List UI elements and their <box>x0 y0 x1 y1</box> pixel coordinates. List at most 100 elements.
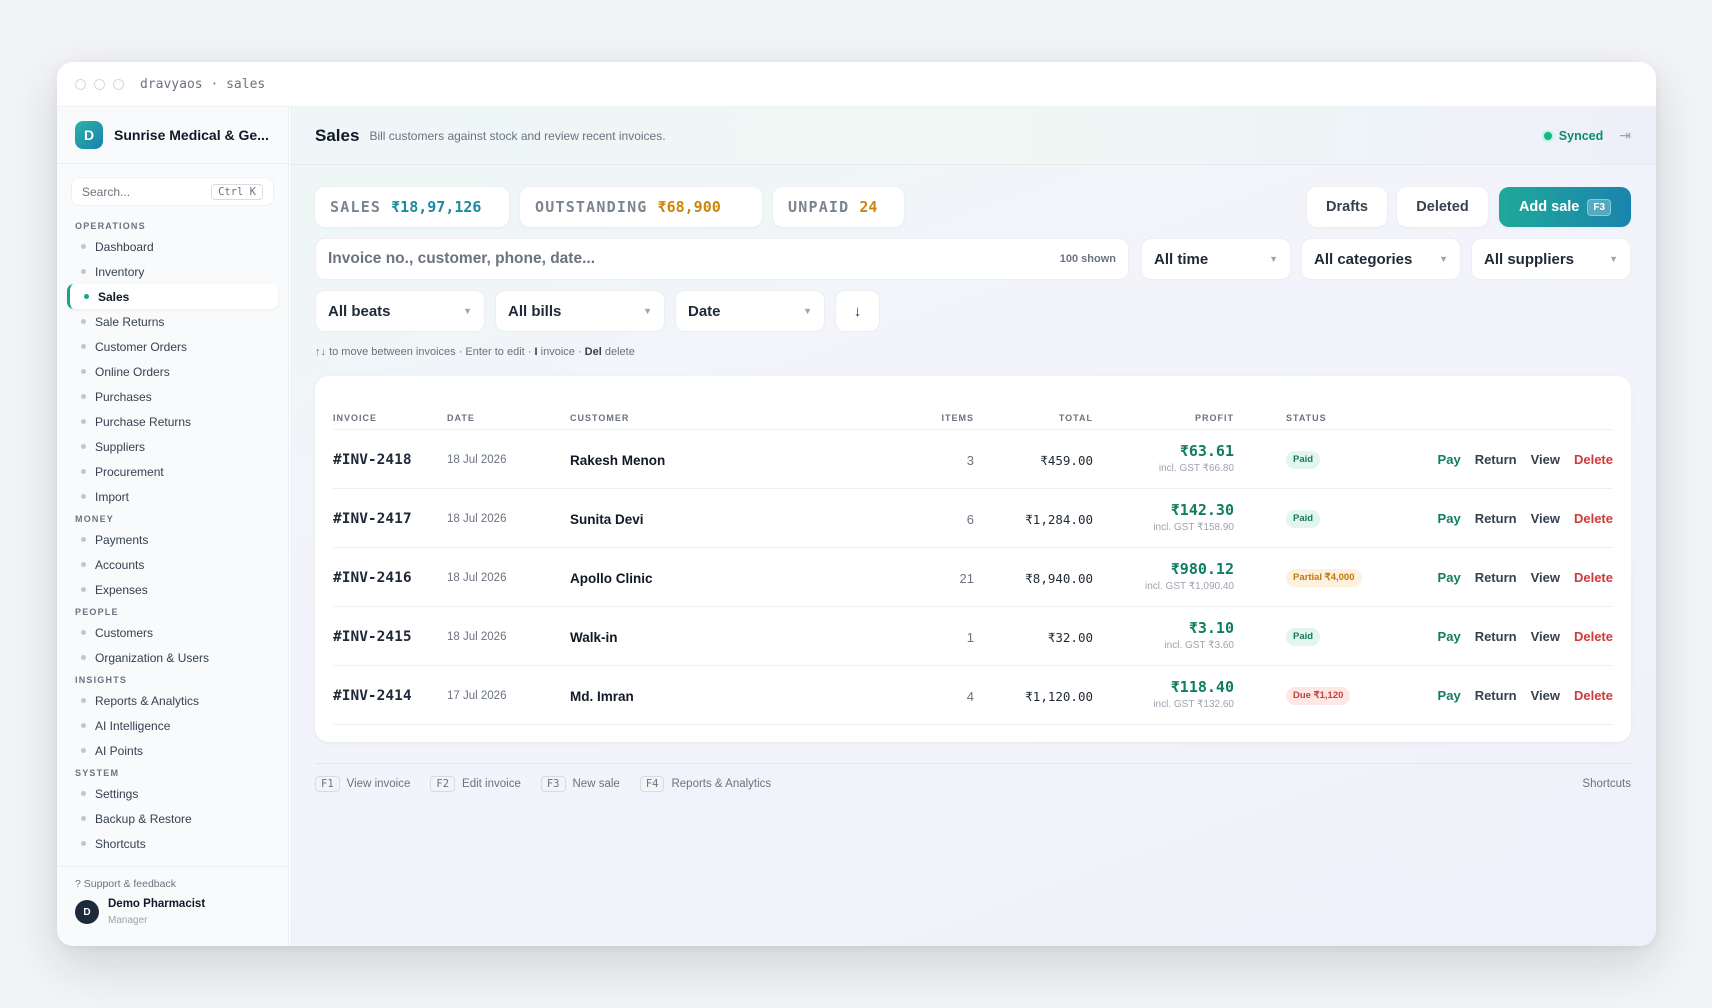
org-switcher[interactable]: D Sunrise Medical & Ge... <box>57 107 288 164</box>
sidebar-item-online-orders[interactable]: Online Orders <box>57 359 288 384</box>
view-button[interactable]: View <box>1531 511 1560 526</box>
delete-button[interactable]: Delete <box>1574 570 1613 585</box>
invoice-date: 18 Jul 2026 <box>447 631 507 643</box>
profit-gst-note: incl. GST ₹158.90 <box>1153 522 1234 533</box>
table-row[interactable]: #INV-2418 18 Jul 2026 Rakesh Menon 3 ₹459.00… <box>333 430 1613 489</box>
sidebar-item-inventory[interactable]: Inventory <box>57 259 288 284</box>
pay-button[interactable]: Pay <box>1438 511 1461 526</box>
deleted-button[interactable]: Deleted <box>1397 187 1488 227</box>
sidebar-item-procurement[interactable]: Procurement <box>57 459 288 484</box>
sidebar-item-ai-intelligence[interactable]: AI Intelligence <box>57 713 288 738</box>
table-row[interactable]: #INV-2414 17 Jul 2026 Md. Imran 4 ₹1,120.00 ₹… <box>333 666 1613 725</box>
sort-field-select[interactable]: Date ▼ <box>675 290 825 332</box>
delete-button[interactable]: Delete <box>1574 629 1613 644</box>
sidebar-item-expenses[interactable]: Expenses <box>57 577 288 602</box>
col-total-header: TOTAL <box>1058 413 1093 423</box>
chevron-down-icon: ▼ <box>803 306 812 316</box>
bullet-icon <box>81 841 86 846</box>
sidebar-item-customers[interactable]: Customers <box>57 620 288 645</box>
view-button[interactable]: View <box>1531 688 1560 703</box>
sidebar-item-dashboard[interactable]: Dashboard <box>57 234 288 259</box>
customer-name: Walk-in <box>570 630 618 645</box>
customer-name: Sunita Devi <box>570 512 644 527</box>
view-button[interactable]: View <box>1531 570 1560 585</box>
return-button[interactable]: Return <box>1475 511 1517 526</box>
sales-stat: SALES ₹18,97,126 <box>315 187 509 227</box>
supplier-filter-select[interactable]: All suppliers ▼ <box>1471 238 1631 280</box>
return-button[interactable]: Return <box>1475 688 1517 703</box>
sidebar-item-customer-orders[interactable]: Customer Orders <box>57 334 288 359</box>
table-row[interactable]: #INV-2416 18 Jul 2026 Apollo Clinic 21 ₹8,94… <box>333 548 1613 607</box>
sidebar-item-settings[interactable]: Settings <box>57 781 288 806</box>
item-count: 3 <box>966 453 974 468</box>
invoice-total: ₹459.00 <box>1040 453 1093 468</box>
sidebar-item-reports-analytics[interactable]: Reports & Analytics <box>57 688 288 713</box>
app-window: dravyaos · sales D Sunrise Medical & Ge.… <box>57 62 1656 946</box>
invoice-number: #INV-2416 <box>333 570 412 586</box>
delete-button[interactable]: Delete <box>1574 511 1613 526</box>
return-button[interactable]: Return <box>1475 629 1517 644</box>
unpaid-stat: UNPAID 24 <box>773 187 904 227</box>
sidebar-item-purchase-returns[interactable]: Purchase Returns <box>57 409 288 434</box>
search-shortcut-badge: Ctrl K <box>211 183 263 200</box>
return-button[interactable]: Return <box>1475 452 1517 467</box>
sidebar-item-sale-returns[interactable]: Sale Returns <box>57 309 288 334</box>
drafts-button[interactable]: Drafts <box>1307 187 1387 227</box>
sidebar-item-label: Suppliers <box>95 439 146 454</box>
sidebar-item-shortcuts[interactable]: Shortcuts <box>57 831 288 856</box>
user-profile[interactable]: D Demo Pharmacist Manager <box>75 898 270 926</box>
time-filter-select[interactable]: All time ▼ <box>1141 238 1291 280</box>
col-status-header: STATUS <box>1286 413 1327 423</box>
bullet-icon <box>81 419 86 424</box>
sidebar-item-import[interactable]: Import <box>57 484 288 509</box>
bill-filter-select[interactable]: All bills ▼ <box>495 290 665 332</box>
sidebar-search-input[interactable]: Search... Ctrl K <box>71 177 274 206</box>
sidebar-item-suppliers[interactable]: Suppliers <box>57 434 288 459</box>
support-link[interactable]: ? Support & feedback <box>75 878 270 890</box>
pay-button[interactable]: Pay <box>1438 629 1461 644</box>
collapse-panel-icon[interactable]: ⇥ <box>1619 127 1631 144</box>
invoice-number: #INV-2414 <box>333 688 412 704</box>
return-button[interactable]: Return <box>1475 570 1517 585</box>
shortcut-item[interactable]: F2 Edit invoice <box>430 776 521 792</box>
sidebar-item-sales[interactable]: Sales <box>67 284 278 309</box>
bullet-icon <box>81 319 86 324</box>
sidebar-item-accounts[interactable]: Accounts <box>57 552 288 577</box>
avatar: D <box>75 900 99 924</box>
shortcut-item[interactable]: F4 Reports & Analytics <box>639 776 771 792</box>
delete-button[interactable]: Delete <box>1574 688 1613 703</box>
sidebar-item-payments[interactable]: Payments <box>57 527 288 552</box>
invoice-number: #INV-2415 <box>333 629 412 645</box>
add-sale-button[interactable]: Add sale F3 <box>1499 187 1631 227</box>
shortcut-item[interactable]: F3 New sale <box>540 776 620 792</box>
sort-direction-button[interactable]: ↓ <box>835 290 880 332</box>
shortcut-item[interactable]: F1 View invoice <box>315 776 410 792</box>
invoice-profit: ₹63.61 <box>1179 442 1234 460</box>
view-button[interactable]: View <box>1531 452 1560 467</box>
view-button[interactable]: View <box>1531 629 1560 644</box>
pay-button[interactable]: Pay <box>1438 688 1461 703</box>
maximize-window-dot[interactable] <box>113 78 124 90</box>
table-row[interactable]: #INV-2415 18 Jul 2026 Walk-in 1 ₹32.00 ₹3.10 i… <box>333 607 1613 666</box>
sidebar-item-organization-users[interactable]: Organization & Users <box>57 645 288 670</box>
bullet-icon <box>81 655 86 660</box>
sidebar-item-label: Settings <box>95 786 139 801</box>
sync-label: Synced <box>1558 128 1604 143</box>
invoice-date: 18 Jul 2026 <box>447 572 507 584</box>
category-filter-select[interactable]: All categories ▼ <box>1301 238 1461 280</box>
pay-button[interactable]: Pay <box>1438 452 1461 467</box>
beat-filter-select[interactable]: All beats ▼ <box>315 290 485 332</box>
sidebar-item-backup-restore[interactable]: Backup & Restore <box>57 806 288 831</box>
table-row[interactable]: #INV-2417 18 Jul 2026 Sunita Devi 6 ₹1,284.0… <box>333 489 1613 548</box>
close-window-dot[interactable] <box>75 78 86 90</box>
delete-button[interactable]: Delete <box>1574 452 1613 467</box>
sidebar-item-label: Organization & Users <box>95 650 210 665</box>
pay-button[interactable]: Pay <box>1438 570 1461 585</box>
sidebar-item-ai-points[interactable]: AI Points <box>57 738 288 763</box>
shortcuts-link[interactable]: Shortcuts <box>1582 778 1631 790</box>
title-bar: dravyaos · sales <box>57 62 1656 107</box>
profit-gst-note: incl. GST ₹3.60 <box>1164 640 1234 651</box>
sidebar-item-purchases[interactable]: Purchases <box>57 384 288 409</box>
minimize-window-dot[interactable] <box>94 78 105 90</box>
invoice-search-input[interactable]: Invoice no., customer, phone, date... 10… <box>315 238 1129 280</box>
